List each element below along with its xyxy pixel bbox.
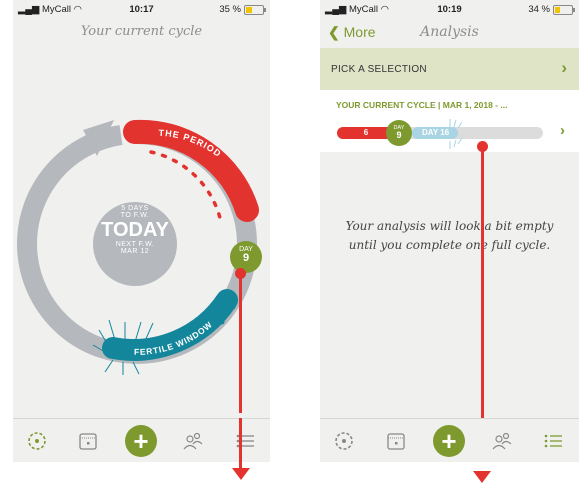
empty-analysis-message: Your analysis will look a bit empty unti…: [332, 217, 567, 255]
day-badge[interactable]: DAY 9: [230, 241, 262, 273]
day-marker-value: 9: [396, 130, 402, 140]
tab-people[interactable]: [482, 423, 522, 459]
tab-cycle[interactable]: [324, 423, 364, 459]
tab-list[interactable]: [225, 423, 265, 459]
today-label: TODAY: [101, 219, 169, 241]
cycle-icon: [28, 432, 46, 450]
add-icon: +: [433, 425, 465, 457]
fertile-bar: DAY 16: [412, 127, 458, 139]
days-to-fw-line1: 5 DAYS: [121, 205, 149, 212]
tab-bar: +: [320, 418, 579, 462]
day-marker: DAY 9: [386, 120, 412, 146]
phone-screen-current-cycle: ▂▄▆ MyCall ◠ 10:17 35 % Your current cyc…: [13, 0, 270, 462]
status-bar: ▂▄▆ MyCall ◠ 10:19 34 %: [320, 0, 579, 18]
page-title: Analysis: [420, 24, 479, 40]
tab-list[interactable]: [533, 423, 573, 459]
people-icon: [183, 432, 203, 450]
day-badge-value: 9: [242, 252, 250, 264]
people-icon: [492, 432, 512, 450]
empty-message-line1: Your analysis will look a bit empty: [345, 219, 554, 233]
tab-add[interactable]: +: [121, 423, 161, 459]
tab-bar: +: [13, 418, 270, 462]
annotation-arrow-line: [481, 147, 484, 462]
current-cycle-section[interactable]: YOUR CURRENT CYCLE | MAR 1, 2018 - ... 6…: [320, 90, 579, 152]
tab-calendar[interactable]: [68, 423, 108, 459]
battery-icon: [553, 4, 575, 15]
list-icon: [236, 434, 254, 448]
chevron-right-icon: ›: [561, 58, 567, 77]
next-fw-label: NEXT F.W.: [115, 241, 155, 248]
annotation-arrow-head: [473, 471, 491, 483]
next-fw-date: MAR 12: [120, 248, 150, 255]
tab-people[interactable]: [173, 423, 213, 459]
chevron-right-icon: ›: [560, 122, 565, 139]
phone-screen-analysis: ▂▄▆ MyCall ◠ 10:19 34 % ❮ More Analysis …: [320, 0, 579, 462]
tab-cycle[interactable]: [17, 423, 57, 459]
cycle-icon: [335, 432, 353, 450]
calendar-icon: [387, 433, 405, 450]
annotation-arrow-line-lower: [239, 418, 242, 470]
empty-message-line2: until you complete one full cycle.: [348, 238, 551, 252]
pick-selection-label: PICK A SELECTION: [331, 64, 427, 75]
current-cycle-label: YOUR CURRENT CYCLE | MAR 1, 2018 - ...: [336, 100, 508, 110]
calendar-icon: [79, 433, 97, 450]
center-summary: 5 DAYS TO F.W. TODAY NEXT F.W. MAR 12: [93, 205, 177, 255]
annotation-arrow-head: [232, 468, 250, 480]
pick-selection-row[interactable]: PICK A SELECTION ›: [320, 48, 579, 90]
add-icon: +: [125, 425, 157, 457]
tab-add[interactable]: +: [429, 423, 469, 459]
battery-indicator: 34 %: [528, 4, 575, 15]
days-to-fw-line2: TO F.W.: [120, 212, 150, 219]
cycle-wheel: THE PERIOD FERTILE WINDOW: [17, 119, 259, 375]
list-icon: [544, 434, 562, 448]
tab-calendar[interactable]: [376, 423, 416, 459]
annotation-arrow-line: [239, 273, 242, 413]
